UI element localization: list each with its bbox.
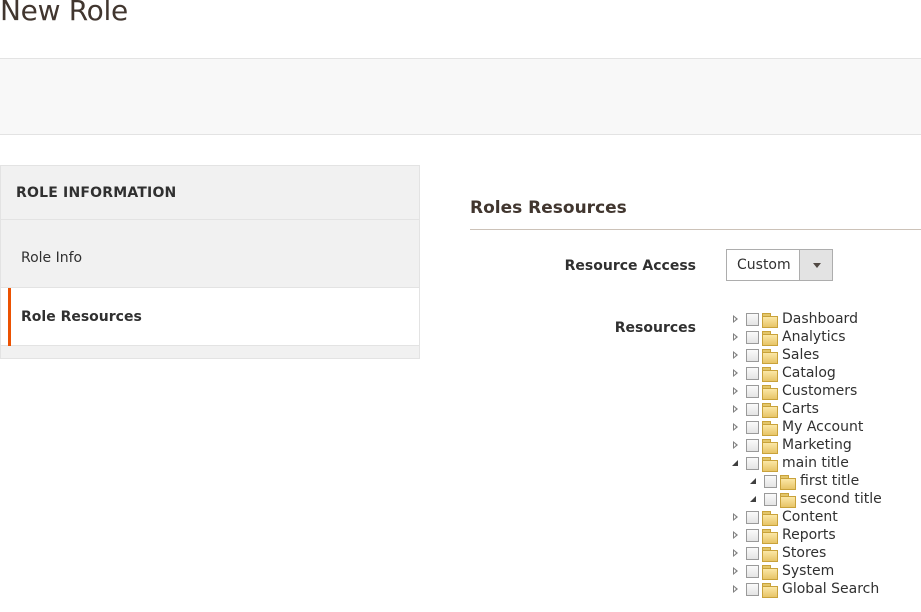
tree-expand-icon[interactable] bbox=[728, 346, 746, 364]
tree-node-label[interactable]: Sales bbox=[782, 347, 819, 363]
tree-checkbox[interactable] bbox=[746, 330, 759, 344]
tree-node-label[interactable]: Marketing bbox=[782, 437, 852, 453]
tree-node: Carts bbox=[728, 400, 882, 418]
chevron-down-icon[interactable] bbox=[799, 250, 832, 280]
tree-node-label[interactable]: first title bbox=[800, 473, 859, 489]
tree-node: Marketing bbox=[728, 436, 882, 454]
tree-expand-icon[interactable] bbox=[728, 436, 746, 454]
tree-checkbox[interactable] bbox=[746, 456, 759, 470]
page-actions-bar bbox=[0, 59, 921, 135]
tree-expand-icon[interactable] bbox=[728, 364, 746, 382]
folder-icon bbox=[762, 420, 778, 436]
tree-node-label[interactable]: main title bbox=[782, 455, 849, 471]
tree-node: System bbox=[728, 562, 882, 580]
resource-tree: Dashboard Analytics Sales Catalog Customers C… bbox=[728, 310, 882, 598]
tree-node: main title bbox=[728, 454, 882, 472]
tree-node: Catalog bbox=[728, 364, 882, 382]
tree-checkbox[interactable] bbox=[764, 474, 777, 488]
tree-node: Content bbox=[728, 508, 882, 526]
section-divider bbox=[470, 229, 921, 230]
tree-node-label[interactable]: Global Search bbox=[782, 581, 879, 597]
tree-checkbox[interactable] bbox=[746, 438, 759, 452]
tree-checkbox[interactable] bbox=[746, 582, 759, 596]
tree-node: Dashboard bbox=[728, 310, 882, 328]
tree-node-label[interactable]: second title bbox=[800, 491, 882, 507]
tree-expand-icon[interactable] bbox=[728, 418, 746, 436]
tree-node-label[interactable]: Stores bbox=[782, 545, 826, 561]
tree-checkbox[interactable] bbox=[746, 510, 759, 524]
tree-expand-icon[interactable] bbox=[728, 526, 746, 544]
folder-icon bbox=[762, 348, 778, 364]
tree-node-label[interactable]: Analytics bbox=[782, 329, 846, 345]
tree-expand-icon[interactable] bbox=[728, 328, 746, 346]
folder-icon bbox=[762, 510, 778, 526]
folder-icon bbox=[762, 312, 778, 328]
folder-icon bbox=[780, 474, 796, 490]
tree-node-label[interactable]: Content bbox=[782, 509, 838, 525]
resources-label: Resources bbox=[614, 320, 696, 336]
resource-access-value: Custom bbox=[737, 257, 791, 273]
folder-icon bbox=[762, 366, 778, 382]
tree-expand-icon[interactable] bbox=[728, 400, 746, 418]
tree-checkbox[interactable] bbox=[746, 564, 759, 578]
resource-access-select[interactable]: Custom bbox=[726, 249, 833, 281]
folder-icon bbox=[762, 384, 778, 400]
role-tabs: ROLE INFORMATION Role Info Role Resource… bbox=[0, 165, 420, 359]
tree-checkbox[interactable] bbox=[746, 420, 759, 434]
tabs-title: ROLE INFORMATION bbox=[1, 166, 419, 220]
tree-node-label[interactable]: Catalog bbox=[782, 365, 836, 381]
tree-expand-icon[interactable] bbox=[728, 382, 746, 400]
tree-node-label[interactable]: My Account bbox=[782, 419, 863, 435]
tree-node-label[interactable]: Reports bbox=[782, 527, 836, 543]
tree-expand-icon[interactable] bbox=[728, 562, 746, 580]
tree-node: Analytics bbox=[728, 328, 882, 346]
resource-access-label: Resource Access bbox=[564, 258, 696, 274]
tree-checkbox[interactable] bbox=[746, 366, 759, 380]
tree-node: Stores bbox=[728, 544, 882, 562]
tree-checkbox[interactable] bbox=[746, 402, 759, 416]
tree-checkbox[interactable] bbox=[746, 384, 759, 398]
tree-expand-icon[interactable] bbox=[728, 580, 746, 598]
tree-node: first title bbox=[728, 472, 882, 490]
tree-node-label[interactable]: Customers bbox=[782, 383, 857, 399]
folder-icon bbox=[762, 438, 778, 454]
tree-node: second title bbox=[728, 490, 882, 508]
tab-role-info[interactable]: Role Info bbox=[1, 220, 419, 288]
tree-node: Customers bbox=[728, 382, 882, 400]
tree-expand-icon[interactable] bbox=[728, 310, 746, 328]
tree-expand-icon[interactable] bbox=[728, 508, 746, 526]
tree-expand-icon[interactable] bbox=[728, 544, 746, 562]
tree-checkbox[interactable] bbox=[746, 546, 759, 560]
tree-checkbox[interactable] bbox=[746, 348, 759, 362]
tree-collapse-icon[interactable] bbox=[728, 454, 746, 472]
tree-node-label[interactable]: System bbox=[782, 563, 834, 579]
tree-checkbox[interactable] bbox=[746, 312, 759, 326]
tree-collapse-icon[interactable] bbox=[746, 490, 764, 508]
folder-icon bbox=[762, 582, 778, 598]
tree-checkbox[interactable] bbox=[746, 528, 759, 542]
folder-icon bbox=[762, 546, 778, 562]
folder-icon bbox=[762, 330, 778, 346]
tree-node: Global Search bbox=[728, 580, 882, 598]
folder-icon bbox=[780, 492, 796, 508]
tree-node: Sales bbox=[728, 346, 882, 364]
section-title: Roles Resources bbox=[470, 198, 627, 218]
tree-node-label[interactable]: Dashboard bbox=[782, 311, 858, 327]
folder-icon bbox=[762, 564, 778, 580]
tree-node: My Account bbox=[728, 418, 882, 436]
folder-icon bbox=[762, 402, 778, 418]
page-title: New Role bbox=[0, 0, 128, 27]
tree-checkbox[interactable] bbox=[764, 492, 777, 506]
tree-collapse-icon[interactable] bbox=[746, 472, 764, 490]
tab-role-resources[interactable]: Role Resources bbox=[1, 288, 419, 346]
tree-node-label[interactable]: Carts bbox=[782, 401, 819, 417]
tree-node: Reports bbox=[728, 526, 882, 544]
folder-icon bbox=[762, 528, 778, 544]
folder-icon bbox=[762, 456, 778, 472]
